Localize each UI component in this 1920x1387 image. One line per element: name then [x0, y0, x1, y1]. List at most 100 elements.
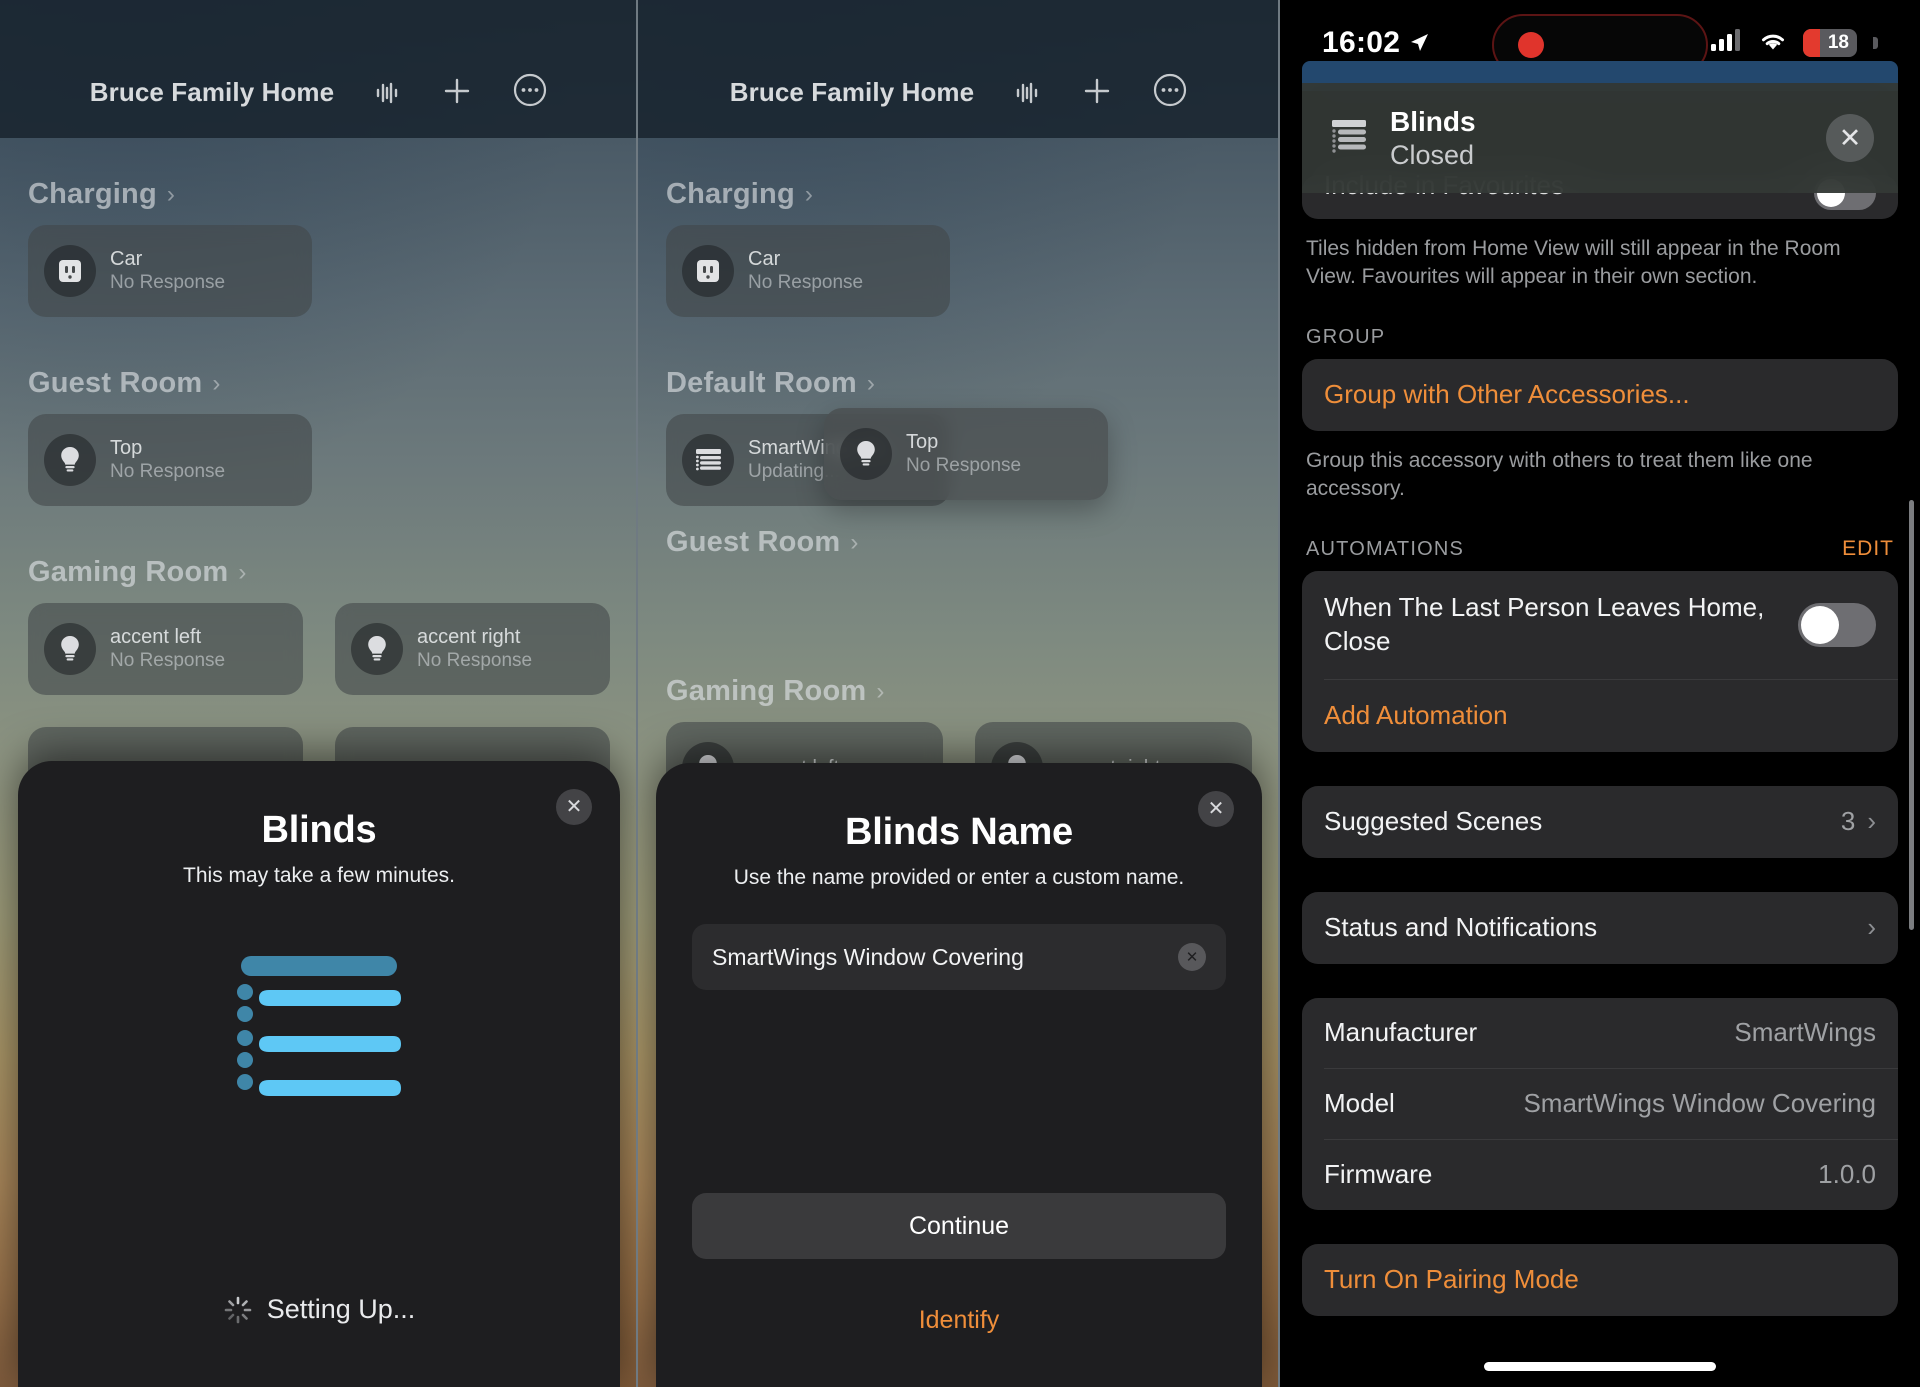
- identify-button[interactable]: Identify: [656, 1306, 1262, 1335]
- close-icon[interactable]: ✕: [556, 789, 592, 825]
- tile-status: No Response: [906, 455, 1021, 477]
- automations-section-header: AUTOMATIONS EDIT: [1306, 537, 1894, 561]
- accessory-name-field[interactable]: ✕: [692, 924, 1226, 990]
- location-arrow-icon: [1408, 32, 1430, 54]
- tile-status: No Response: [110, 461, 225, 483]
- automation-label: When The Last Person Leaves Home, Close: [1324, 591, 1782, 659]
- chevron-right-icon: ›: [850, 531, 858, 555]
- tile-name: accent left: [110, 626, 225, 649]
- automation-toggle[interactable]: [1798, 603, 1876, 647]
- tile-name: Car: [748, 248, 863, 271]
- info-label: Model: [1324, 1088, 1395, 1119]
- cellular-bars-icon: [1711, 28, 1743, 57]
- group-action-label: Group with Other Accessories...: [1324, 379, 1690, 410]
- waveform-icon[interactable]: [1012, 78, 1042, 108]
- waveform-icon[interactable]: [372, 78, 402, 108]
- chevron-right-icon: ›: [1867, 912, 1876, 943]
- home-indicator[interactable]: [1484, 1362, 1716, 1371]
- close-icon[interactable]: ✕: [1198, 791, 1234, 827]
- favourites-footnote: Tiles hidden from Home View will still a…: [1306, 235, 1894, 292]
- chevron-right-icon: ›: [167, 183, 175, 207]
- sheet-title: Blinds Name: [692, 811, 1226, 854]
- blinds-icon: [1326, 118, 1372, 158]
- chevron-right-icon: ›: [1867, 806, 1876, 837]
- accessory-name-input[interactable]: [712, 944, 1168, 971]
- setup-progress-sheet: ✕ Blinds This may take a few minutes.: [18, 761, 620, 1387]
- spacer: [1302, 858, 1898, 892]
- suggested-scenes-count: 3: [1841, 806, 1855, 837]
- edit-automations-button[interactable]: EDIT: [1842, 537, 1894, 561]
- setup-status-text: Setting Up...: [267, 1294, 416, 1325]
- lightbulb-icon: [44, 434, 96, 486]
- pairing-card: Turn On Pairing Mode: [1302, 1244, 1898, 1316]
- home-title: Bruce Family Home: [90, 77, 334, 108]
- sheet-title: Blinds: [54, 809, 584, 852]
- recording-dot-icon: [1518, 32, 1544, 58]
- spacer: [1302, 752, 1898, 786]
- home-toolbar-middle: Bruce Family Home: [638, 0, 1280, 138]
- chevron-right-icon: ›: [876, 680, 884, 704]
- battery-percent: 18: [1828, 32, 1851, 54]
- device-info-card: Manufacturer SmartWings Model SmartWings…: [1302, 998, 1898, 1210]
- room-header-guest[interactable]: Guest Room ›: [666, 526, 1252, 559]
- add-automation-button[interactable]: Add Automation: [1302, 680, 1898, 752]
- tile-name: Top: [906, 431, 1021, 454]
- blinds-animation-icon: [54, 950, 584, 1122]
- room-header-guest[interactable]: Guest Room ›: [28, 367, 610, 400]
- room-header-charging[interactable]: Charging ›: [666, 178, 1252, 211]
- accessory-header-wrap: Blinds Closed ✕: [1280, 83, 1920, 193]
- lightbulb-icon: [351, 623, 403, 675]
- automation-row[interactable]: When The Last Person Leaves Home, Close: [1302, 571, 1898, 679]
- plus-icon[interactable]: [440, 74, 474, 108]
- accessory-tile[interactable]: Car No Response: [28, 225, 312, 317]
- lightbulb-icon: [44, 623, 96, 675]
- status-time: 16:02: [1322, 26, 1400, 60]
- clear-text-icon[interactable]: ✕: [1178, 943, 1206, 971]
- group-with-other-accessories-button[interactable]: Group with Other Accessories...: [1302, 359, 1898, 431]
- screenshot-stage: Bruce Family Home: [0, 0, 1920, 1387]
- info-row-model: Model SmartWings Window Covering: [1302, 1069, 1898, 1139]
- ellipsis-circle-icon[interactable]: [512, 72, 548, 108]
- accessory-state: Closed: [1390, 140, 1476, 171]
- ellipsis-circle-icon[interactable]: [1152, 72, 1188, 108]
- scrollbar[interactable]: [1909, 500, 1914, 930]
- status-indicators: 18: [1711, 28, 1878, 57]
- close-icon[interactable]: ✕: [1826, 114, 1874, 162]
- battery-fill: [1803, 29, 1820, 57]
- accessory-name: Blinds: [1390, 106, 1476, 138]
- accessory-header: Blinds Closed ✕: [1302, 83, 1898, 193]
- suggested-scenes-card: Suggested Scenes 3 ›: [1302, 786, 1898, 858]
- home-toolbar-left: Bruce Family Home: [0, 0, 638, 138]
- chevron-right-icon: ›: [867, 372, 875, 396]
- room-header-gaming[interactable]: Gaming Room ›: [666, 675, 1252, 708]
- accessory-tile[interactable]: accent right No Response: [335, 603, 610, 695]
- sheet-subtitle: This may take a few minutes.: [54, 864, 584, 888]
- room-header-charging[interactable]: Charging ›: [28, 178, 610, 211]
- accessory-tile[interactable]: accent left No Response: [28, 603, 303, 695]
- home-title: Bruce Family Home: [730, 77, 974, 108]
- accessory-tile[interactable]: Car No Response: [666, 225, 950, 317]
- room-header-default[interactable]: Default Room ›: [666, 367, 1252, 400]
- power-outlet-icon: [44, 245, 96, 297]
- automations-card: When The Last Person Leaves Home, Close …: [1302, 571, 1898, 752]
- wifi-icon: [1757, 28, 1789, 57]
- tile-row: Top No Response: [28, 414, 610, 506]
- dragged-accessory-tile[interactable]: Top No Response: [824, 408, 1108, 500]
- status-and-notifications-row[interactable]: Status and Notifications ›: [1302, 892, 1898, 964]
- turn-on-pairing-mode-button[interactable]: Turn On Pairing Mode: [1302, 1244, 1898, 1316]
- home-content-left: Charging › Car No Response: [0, 138, 638, 819]
- accessory-tile[interactable]: Top No Response: [28, 414, 312, 506]
- group-card: Group with Other Accessories...: [1302, 359, 1898, 431]
- continue-button[interactable]: Continue: [692, 1193, 1226, 1259]
- blinds-icon: [682, 434, 734, 486]
- info-value: SmartWings: [1734, 1017, 1876, 1048]
- settings-scroll-view[interactable]: Include in Favourites Tiles hidden from …: [1280, 175, 1920, 1316]
- toggle-knob: [1801, 606, 1839, 644]
- plus-icon[interactable]: [1080, 74, 1114, 108]
- room-header-gaming[interactable]: Gaming Room ›: [28, 556, 610, 589]
- tile-row: Car No Response: [666, 225, 1252, 317]
- room-name: Charging: [666, 178, 795, 211]
- suggested-scenes-row[interactable]: Suggested Scenes 3 ›: [1302, 786, 1898, 858]
- panel-divider: [636, 0, 638, 1387]
- tile-status: No Response: [110, 650, 225, 672]
